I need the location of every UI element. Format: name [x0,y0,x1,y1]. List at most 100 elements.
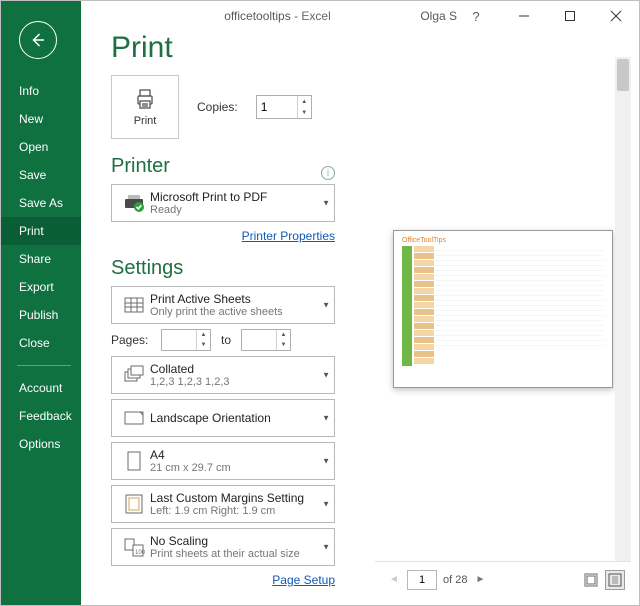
spinner-up[interactable]: ▲ [277,330,290,340]
sidebar-item-save[interactable]: Save [1,161,81,189]
printer-name: Microsoft Print to PDF [150,190,318,204]
scrollbar-thumb[interactable] [617,59,629,91]
pages-label: Pages: [111,333,155,347]
print-button-label: Print [134,115,157,127]
window-title: officetooltips - Excel [176,9,379,23]
sidebar-item-options[interactable]: Options [1,430,81,458]
page-icon [118,447,150,475]
collated-icon [118,361,150,389]
sidebar-item-label: Account [19,381,62,395]
sidebar-item-label: Save As [19,196,63,210]
orientation-selector[interactable]: Landscape Orientation ▼ [111,399,335,437]
collation-selector[interactable]: Collated 1,2,3 1,2,3 1,2,3 ▼ [111,356,335,394]
page-setup-link[interactable]: Page Setup [272,573,335,587]
sidebar-item-account[interactable]: Account [1,374,81,402]
close-window-button[interactable] [593,1,639,31]
scaling-icon: 100 [118,533,150,561]
copies-label: Copies: [197,100,238,114]
backstage-sidebar: Info New Open Save Save As Print Share E… [1,1,81,605]
preview-thumb-title: OfficeToolTips [402,237,604,244]
sidebar-item-label: Info [19,84,39,98]
sidebar-item-publish[interactable]: Publish [1,301,81,329]
printer-status: Ready [150,204,318,216]
chevron-down-icon: ▼ [322,301,330,310]
sidebar-item-print[interactable]: Print [1,217,81,245]
print-what-desc: Only print the active sheets [150,306,318,318]
sidebar-item-new[interactable]: New [1,105,81,133]
paper-desc: 21 cm x 29.7 cm [150,462,318,474]
preview-page: OfficeToolTips [393,230,613,388]
page-count-label: of 28 [443,574,467,586]
sidebar-item-label: Close [19,336,50,350]
printer-icon [133,87,157,111]
maximize-button[interactable] [547,1,593,31]
show-margins-button[interactable] [581,570,601,590]
margins-icon [118,490,150,518]
current-page-input[interactable] [407,570,437,590]
zoom-to-page-button[interactable] [605,570,625,590]
spinner-down[interactable]: ▼ [298,107,311,118]
print-preview-pane: OfficeToolTips ◄ of 28 ► [375,57,631,597]
next-page-button[interactable]: ► [473,573,487,587]
minimize-button[interactable] [501,1,547,31]
copies-spinner[interactable]: ▲▼ [256,95,312,119]
paper-size-selector[interactable]: A4 21 cm x 29.7 cm ▼ [111,442,335,480]
margins-desc: Left: 1.9 cm Right: 1.9 cm [150,505,318,517]
sidebar-item-save-as[interactable]: Save As [1,189,81,217]
printer-properties-link[interactable]: Printer Properties [242,229,335,243]
printer-status-icon [118,189,150,217]
margins-selector[interactable]: Last Custom Margins Setting Left: 1.9 cm… [111,485,335,523]
print-what-selector[interactable]: Print Active Sheets Only print the activ… [111,286,335,324]
pages-from-spinner[interactable]: ▲▼ [161,329,211,351]
printer-header: Printer [111,155,170,178]
pages-to-spinner[interactable]: ▲▼ [241,329,291,351]
sidebar-item-feedback[interactable]: Feedback [1,402,81,430]
sidebar-item-label: New [19,112,43,126]
orientation-title: Landscape Orientation [150,411,318,425]
chevron-down-icon: ▼ [322,371,330,380]
paper-title: A4 [150,448,318,462]
prev-page-button[interactable]: ◄ [387,573,401,587]
sidebar-item-label: Open [19,140,48,154]
sidebar-item-close[interactable]: Close [1,329,81,357]
back-button[interactable] [19,21,57,59]
print-what-title: Print Active Sheets [150,292,318,306]
arrow-left-icon [29,31,47,49]
spinner-down[interactable]: ▼ [197,340,210,350]
preview-page-nav: ◄ of 28 ► [387,570,487,590]
sidebar-item-label: Options [19,437,60,451]
pages-from-input[interactable] [162,331,194,349]
scaling-title: No Scaling [150,534,318,548]
spinner-up[interactable]: ▲ [197,330,210,340]
printer-info-icon[interactable]: i [321,166,335,180]
sidebar-item-label: Print [19,224,44,238]
collation-desc: 1,2,3 1,2,3 1,2,3 [150,376,318,388]
sheets-icon [118,291,150,319]
sidebar-item-label: Save [19,168,46,182]
sidebar-item-export[interactable]: Export [1,273,81,301]
scaling-selector[interactable]: 100 No Scaling Print sheets at their act… [111,528,335,566]
chevron-down-icon: ▼ [322,543,330,552]
landscape-icon [118,404,150,432]
chevron-down-icon: ▼ [322,500,330,509]
sidebar-item-open[interactable]: Open [1,133,81,161]
sidebar-item-label: Export [19,280,54,294]
help-button[interactable]: ? [461,9,491,24]
sidebar-item-label: Share [19,252,51,266]
spinner-down[interactable]: ▼ [277,340,290,350]
sidebar-item-label: Feedback [19,409,72,423]
pages-to-label: to [217,333,235,347]
sidebar-item-info[interactable]: Info [1,77,81,105]
spinner-up[interactable]: ▲ [298,96,311,107]
chevron-down-icon: ▼ [322,414,330,423]
collation-title: Collated [150,362,318,376]
printer-selector[interactable]: Microsoft Print to PDF Ready ▼ [111,184,335,222]
sidebar-item-share[interactable]: Share [1,245,81,273]
chevron-down-icon: ▼ [322,199,330,208]
pages-to-input[interactable] [242,331,274,349]
print-button[interactable]: Print [111,75,179,139]
copies-input[interactable] [257,98,295,116]
sidebar-item-label: Publish [19,308,58,322]
preview-scrollbar[interactable] [615,57,631,561]
user-name[interactable]: Olga S [420,9,457,23]
